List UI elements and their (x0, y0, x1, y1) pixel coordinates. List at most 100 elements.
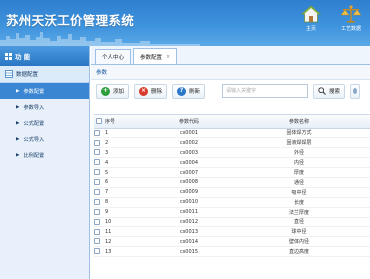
cell-extra (354, 236, 370, 248)
sidebar-group-data-config[interactable]: 数据配置 (0, 66, 89, 83)
cell-no: 13 (104, 246, 134, 258)
cell-extra (354, 128, 370, 139)
row-checkbox[interactable] (94, 207, 104, 218)
process-data-button[interactable]: 工艺数据 (336, 4, 366, 42)
cell-no: 5 (104, 167, 134, 178)
process-data-label: 工艺数据 (340, 26, 361, 32)
cell-code: cs0008 (134, 177, 244, 188)
param-table: 序号 参数代码 参数名称 1 cs0001 固体焊方式 2 cs0002 固液焊焊层 3 cs… (94, 114, 370, 279)
table-row[interactable]: 9 cs0011 法兰厚度 (94, 207, 370, 218)
cell-name: 直径 (244, 217, 354, 228)
row-checkbox[interactable] (94, 157, 104, 169)
cell-extra (354, 197, 370, 208)
home-button[interactable]: 主页 (296, 4, 326, 42)
sidebar-item-label: 公式导入 (23, 136, 45, 143)
delete-button[interactable]: × 删除 (134, 83, 168, 99)
table-row[interactable]: 1 cs0001 固体焊方式 (94, 128, 370, 139)
table-row[interactable]: 5 cs0007 厚度 (94, 167, 370, 178)
row-checkbox[interactable] (94, 128, 104, 139)
table-row[interactable]: 13 cs0015 直边高度 (94, 246, 370, 258)
cell-no: 9 (104, 207, 134, 218)
sidebar-group-label: 数据配置 (16, 72, 39, 78)
cell-no: 11 (104, 226, 134, 238)
search-icon (318, 87, 326, 95)
cell-name: 吸中径 (244, 187, 354, 198)
tab-label: 个人中心 (102, 55, 125, 61)
cell-name: 直边高度 (244, 246, 354, 258)
search-input[interactable] (222, 84, 309, 98)
plus-icon: + (101, 86, 110, 96)
cell-code: cs0001 (134, 128, 244, 139)
row-checkbox[interactable] (94, 226, 104, 238)
function-icon (5, 52, 12, 60)
table-header-row: 序号 参数代码 参数名称 (94, 115, 370, 129)
cell-no: 10 (104, 217, 134, 228)
scale-icon (340, 5, 362, 23)
home-label: 主页 (305, 26, 316, 32)
table-row[interactable]: 8 cs0010 长度 (94, 197, 370, 208)
cell-no: 2 (104, 137, 134, 149)
cell-extra (354, 207, 370, 218)
tab-label: 参数配置 (140, 54, 163, 61)
chevron-right-icon: ▶ (16, 136, 20, 142)
row-checkbox[interactable] (94, 246, 104, 258)
row-checkbox[interactable] (94, 217, 104, 228)
row-checkbox[interactable] (94, 236, 104, 248)
table-row[interactable]: 6 cs0008 通径 (94, 177, 370, 188)
refresh-button[interactable]: ? 刷新 (172, 83, 206, 99)
search-button[interactable]: 搜索 (313, 83, 346, 99)
toolbar: + 添加 × 删除 ? 刷新 搜索 (91, 80, 370, 102)
table-row[interactable]: 3 cs0003 外径 (94, 147, 370, 159)
sidebar-item-formula-import[interactable]: ▶ 公式导入 (0, 131, 89, 147)
select-all-checkbox[interactable] (94, 115, 104, 129)
chevron-right-icon: ▶ (16, 104, 20, 110)
table-row[interactable]: 11 cs0013 球中径 (94, 226, 370, 238)
row-checkbox[interactable] (94, 167, 104, 178)
cell-code: cs0011 (134, 207, 244, 218)
row-checkbox[interactable] (94, 187, 104, 198)
col-header-code: 参数代码 (134, 115, 244, 129)
sidebar-item-ratio-config[interactable]: ▶ 比例配置 (0, 147, 89, 163)
row-checkbox[interactable] (94, 197, 104, 208)
cell-code: cs0007 (134, 167, 244, 178)
row-checkbox[interactable] (94, 137, 104, 149)
cell-extra (354, 177, 370, 188)
sidebar-header: 功 能 (0, 46, 89, 66)
main-content: 个人中心 参数配置 × 参数 + 添加 × 删除 ? 刷新 搜索 (91, 46, 370, 279)
close-icon[interactable]: × (166, 54, 170, 60)
cell-extra (354, 217, 370, 228)
table-row[interactable]: 10 cs0012 直径 (94, 217, 370, 228)
cell-code: cs0014 (134, 236, 244, 248)
sidebar-item-label: 参数配置 (23, 88, 45, 95)
row-checkbox[interactable] (94, 177, 104, 188)
app-title: 苏州天沃工价管理系统 (6, 13, 135, 28)
tab-param-config[interactable]: 参数配置 × (133, 48, 178, 64)
table-row[interactable]: 12 cs0014 壁体内径 (94, 236, 370, 248)
sidebar-item-param-import[interactable]: ▶ 参数导入 (0, 99, 89, 115)
cell-code: cs0015 (134, 246, 244, 258)
tab-personal-center[interactable]: 个人中心 (95, 49, 132, 64)
refresh-icon: ? (177, 86, 187, 96)
more-button[interactable] (350, 83, 361, 99)
table-row[interactable]: 7 cs0009 吸中径 (94, 187, 370, 198)
chevron-right-icon: ▶ (16, 120, 20, 126)
add-button[interactable]: + 添加 (96, 83, 130, 99)
cell-name: 长度 (244, 197, 354, 208)
row-checkbox[interactable] (94, 147, 104, 159)
table-row[interactable]: 2 cs0002 固液焊焊层 (94, 137, 370, 149)
delete-label: 删除 (151, 89, 163, 95)
cell-name: 外径 (244, 147, 354, 159)
cell-extra (354, 137, 370, 149)
sidebar-title: 功 能 (15, 53, 31, 61)
cell-code: cs0002 (134, 137, 244, 149)
cell-no: 6 (104, 177, 134, 188)
sidebar-item-param-config[interactable]: ▶ 参数配置 (0, 83, 89, 99)
cell-name: 固体焊方式 (244, 128, 354, 139)
table-row[interactable]: 4 cs0004 内径 (94, 157, 370, 169)
sidebar-item-formula-config[interactable]: ▶ 公式配置 (0, 115, 89, 131)
cell-name: 法兰厚度 (244, 207, 354, 218)
cell-no: 3 (104, 147, 134, 159)
cell-code: cs0009 (134, 187, 244, 198)
cell-extra (354, 246, 370, 258)
cell-code: cs0010 (134, 197, 244, 208)
